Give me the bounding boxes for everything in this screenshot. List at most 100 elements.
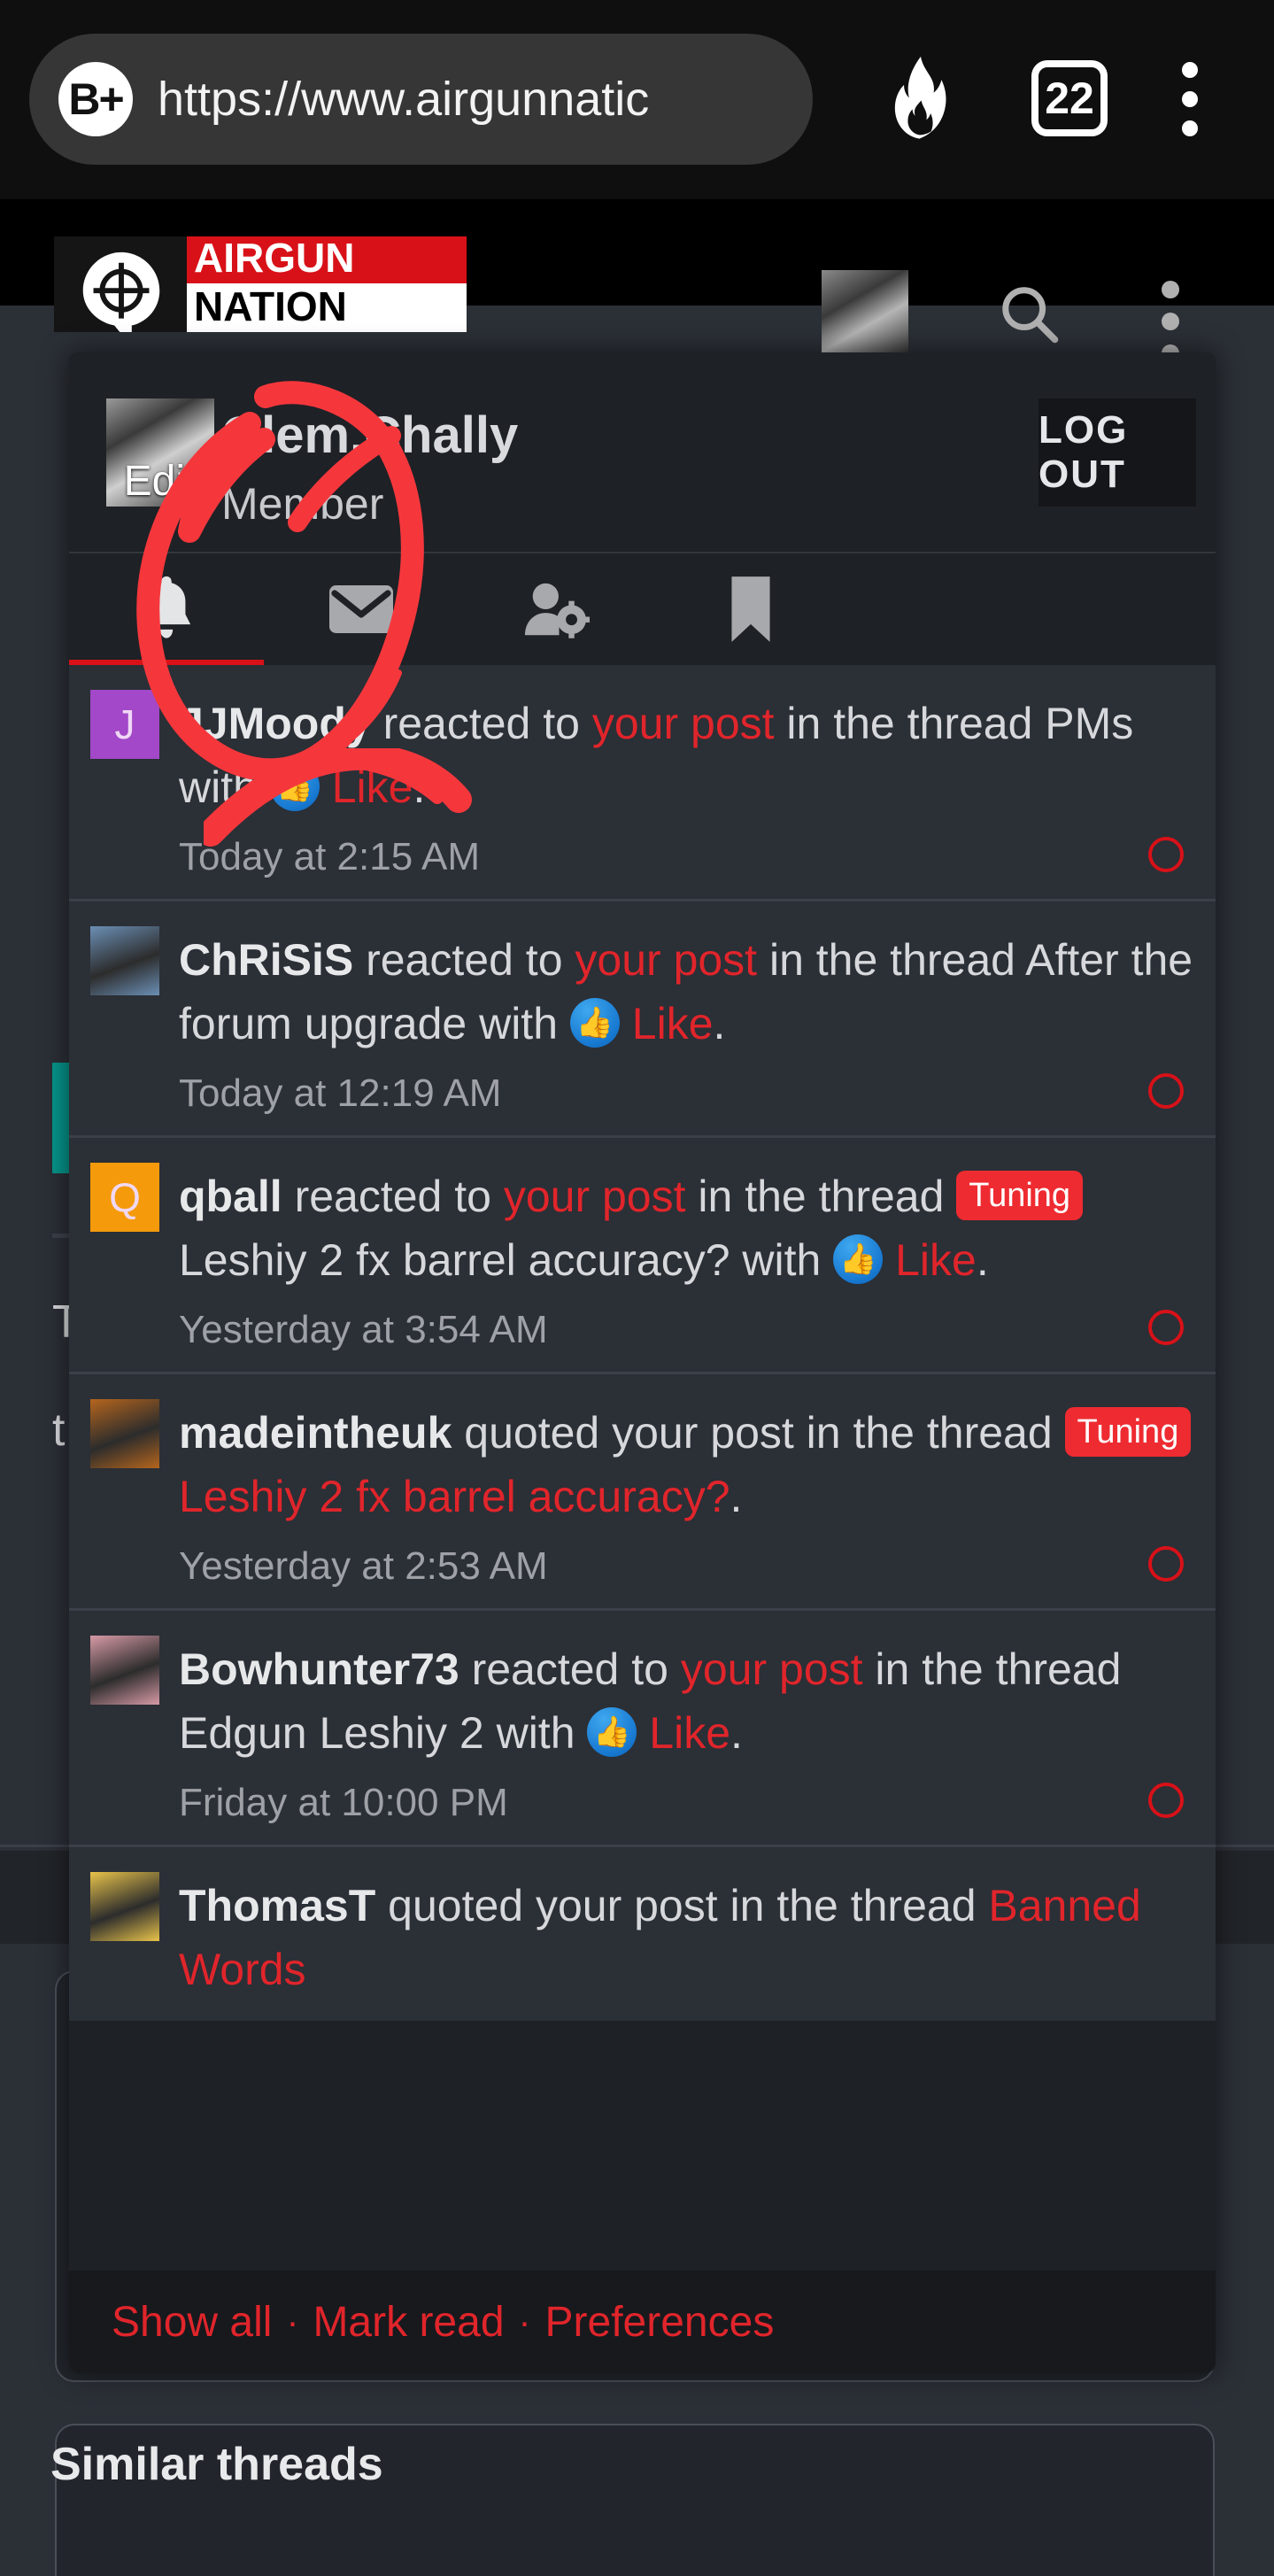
notification-plain-text: in the thread [685, 1172, 957, 1221]
thread-prefix-tag[interactable]: Tuning [1064, 1407, 1192, 1457]
unread-indicator[interactable] [1148, 837, 1184, 872]
crosshair-icon [82, 251, 160, 332]
thread-prefix-tag[interactable]: Tuning [956, 1171, 1084, 1220]
similar-threads-heading: Similar threads [50, 2439, 383, 2490]
notification-timestamp: Yesterday at 3:54 AM [179, 1308, 548, 1351]
panel-footer: Show all · Mark read · Preferences [69, 2270, 1216, 2373]
brave-rewards-icon[interactable]: B+ [58, 62, 133, 136]
search-icon[interactable] [996, 281, 1063, 348]
person-gear-icon [524, 583, 590, 638]
notification-link[interactable]: your post [575, 935, 757, 985]
browser-actions: 22 [845, 34, 1262, 165]
notification-username[interactable]: Bowhunter73 [179, 1644, 459, 1694]
notification-username[interactable]: madeintheuk [179, 1408, 452, 1458]
notification-plain-text: reacted to [282, 1172, 504, 1221]
notification-text: JJMoody reacted to your post in the thre… [179, 692, 1194, 819]
avatar-edit[interactable]: Edit [106, 398, 214, 507]
notification-plain-text: . [730, 1708, 743, 1758]
logo-wordmark: AIRGUN NATION [187, 236, 467, 332]
thumbs-up-icon [569, 998, 620, 1048]
envelope-icon [329, 585, 393, 633]
tab-conversations[interactable] [264, 553, 459, 666]
panel-tab-row [69, 552, 1216, 666]
preferences-link[interactable]: Preferences [545, 2298, 775, 2347]
logo-line-airgun: AIRGUN [187, 236, 467, 283]
avatar-photo [90, 1636, 159, 1705]
notification-plain-text: . [730, 1472, 743, 1521]
notification-row[interactable]: madeintheuk quoted your post in the thre… [69, 1374, 1216, 1611]
notification-body: madeintheuk quoted your post in the thre… [179, 1399, 1194, 1589]
logo-mark [54, 236, 187, 332]
mark-read-link[interactable]: Mark read [313, 2298, 504, 2347]
tab-alerts[interactable] [69, 553, 264, 666]
notification-link[interactable]: Like [883, 1235, 977, 1285]
notification-body: qball reacted to your post in the thread… [179, 1163, 1194, 1352]
site-logo[interactable]: AIRGUN NATION [54, 236, 467, 332]
screen: T t Similar threads B+ https://www.airgu… [0, 0, 1274, 2576]
notification-link[interactable]: Like [637, 1708, 730, 1758]
notification-text: madeintheuk quoted your post in the thre… [179, 1401, 1194, 1528]
notification-username[interactable]: JJMoody [179, 699, 371, 748]
notification-timestamp: Yesterday at 2:53 AM [179, 1544, 548, 1588]
footer-separator-2: · [518, 2301, 531, 2342]
unread-indicator[interactable] [1148, 1310, 1184, 1345]
notification-link[interactable]: Like [620, 999, 714, 1048]
notification-plain-text: . [413, 762, 426, 812]
notification-text: ThomasT quoted your post in the thread B… [179, 1874, 1194, 2001]
notification-row[interactable]: ChRiSiS reacted to your post in the thre… [69, 901, 1216, 1138]
notification-row[interactable]: J JJMoody reacted to your post in the thr… [69, 665, 1216, 901]
notification-plain-text: . [713, 999, 726, 1048]
avatar-photo [90, 1399, 159, 1468]
unread-indicator[interactable] [1148, 1783, 1184, 1818]
tab-bookmarks[interactable] [653, 553, 848, 666]
notification-plain-text: quoted your post in the thread [375, 1881, 989, 1930]
notification-link[interactable]: your post [504, 1172, 686, 1221]
kebab-menu-icon[interactable] [1182, 62, 1200, 136]
log-out-button[interactable]: LOG OUT [1039, 398, 1196, 507]
panel-username[interactable]: Glem.Chally [221, 406, 518, 465]
avatar-photo [90, 926, 159, 995]
avatar-photo [90, 1872, 159, 1941]
notification-row[interactable]: ThomasT quoted your post in the thread B… [69, 1847, 1216, 2021]
show-all-link[interactable]: Show all [112, 2298, 272, 2347]
notification-row[interactable]: Qqball reacted to your post in the threa… [69, 1138, 1216, 1374]
logo-line-nation: NATION [187, 283, 467, 332]
thumbs-up-icon [587, 1707, 637, 1757]
address-bar[interactable]: B+ https://www.airgunnatic [29, 34, 813, 165]
tab-account-settings[interactable] [459, 553, 653, 666]
avatar-letter: Q [90, 1163, 159, 1232]
notification-text: qball reacted to your post in the thread… [179, 1164, 1194, 1292]
flame-icon[interactable] [890, 56, 952, 140]
notification-plain-text: . [976, 1235, 989, 1285]
unread-indicator[interactable] [1148, 1546, 1184, 1582]
notification-username[interactable]: ThomasT [179, 1881, 375, 1930]
notification-link[interactable]: your post [592, 699, 775, 748]
notification-body: JJMoody reacted to your post in the thre… [179, 690, 1194, 879]
notification-text: Bowhunter73 reacted to your post in the … [179, 1637, 1194, 1765]
panel-user-header: Edit Glem.Chally Member LOG OUT [69, 352, 1216, 552]
avatar-edit-label: Edit [123, 458, 197, 505]
account-dropdown-panel: Edit Glem.Chally Member LOG OUT J JJMood… [69, 352, 1216, 2373]
background-text-fragment-2: t [52, 1404, 66, 1456]
notification-username[interactable]: ChRiSiS [179, 935, 353, 985]
notification-link[interactable]: Leshiy 2 fx barrel accuracy? [179, 1472, 730, 1521]
notification-plain-text: reacted to [353, 935, 575, 985]
notification-link[interactable]: your post [681, 1644, 863, 1694]
panel-user-title: Member [221, 479, 384, 529]
avatar[interactable] [822, 270, 908, 357]
notification-username[interactable]: qball [179, 1172, 282, 1221]
notification-body: Bowhunter73 reacted to your post in the … [179, 1636, 1194, 1825]
notification-body: ChRiSiS reacted to your post in the thre… [179, 926, 1194, 1116]
tab-count-icon[interactable]: 22 [1031, 60, 1108, 136]
avatar-letter: J [90, 690, 159, 759]
browser-toolbar: B+ https://www.airgunnatic 22 [0, 0, 1274, 199]
notification-timestamp: Today at 2:15 AM [179, 835, 480, 878]
notification-row[interactable]: Bowhunter73 reacted to your post in the … [69, 1611, 1216, 1847]
thumbs-up-icon [269, 762, 320, 811]
url-text[interactable]: https://www.airgunnatic [158, 72, 649, 127]
notification-link[interactable]: Like [320, 762, 413, 812]
unread-indicator[interactable] [1148, 1073, 1184, 1109]
kebab-menu-icon[interactable] [1162, 281, 1179, 362]
notification-plain-text: reacted to [459, 1644, 681, 1694]
site-header-actions [815, 252, 1213, 362]
